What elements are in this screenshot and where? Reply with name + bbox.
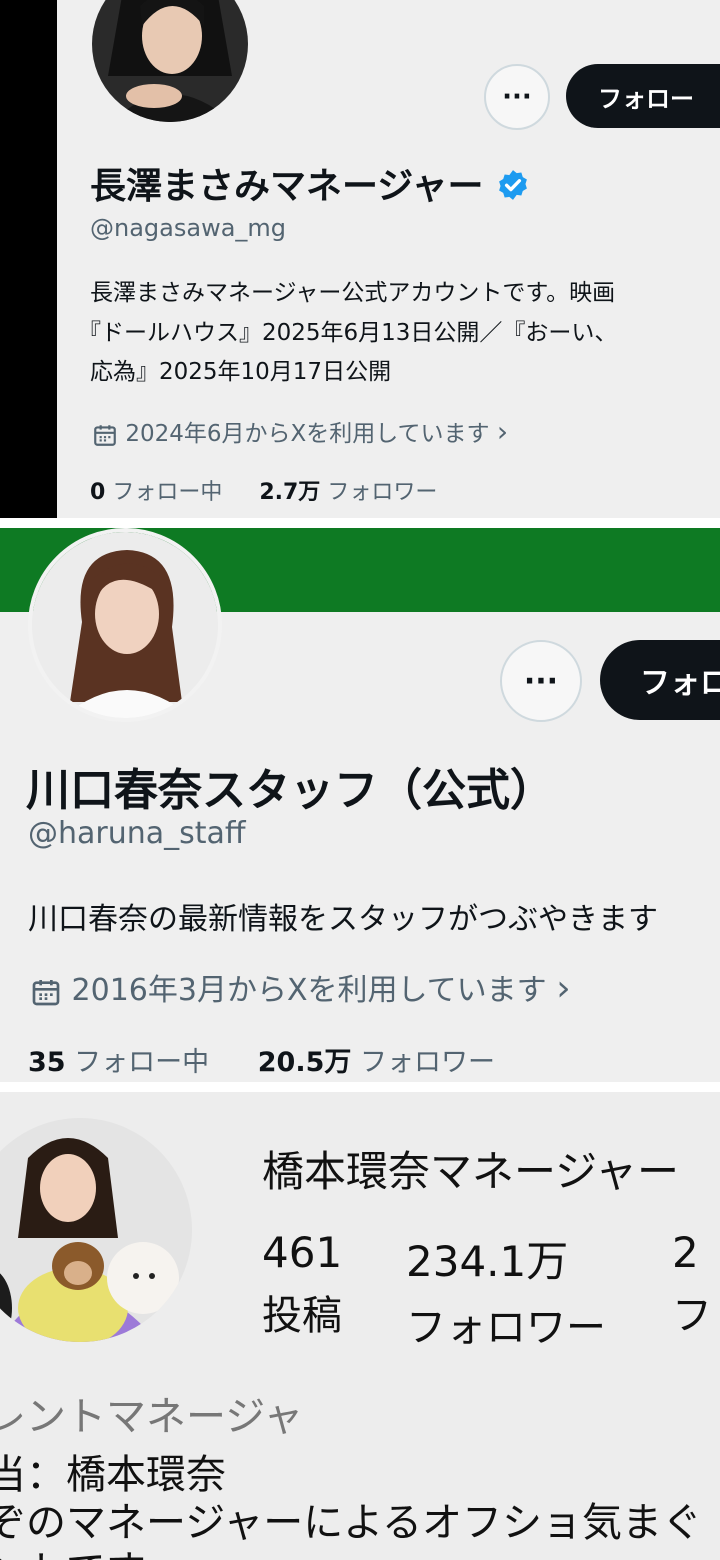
left-dark-bar [0,0,57,518]
following-count: 2 [672,1228,699,1277]
followers-label: フォロワー [406,1305,606,1351]
avatar[interactable] [92,0,248,122]
bio-line-3: 応為』2025年10月17日公開 [90,359,392,385]
profile-card-nagasawa: ··· フォロー 長澤まさみマネージャー @nagasawa_mg 長澤まさみマ… [0,0,720,518]
follow-stats: 35 フォロー中 20.5万 フォロワー [28,1040,495,1079]
verified-badge-icon [499,170,527,200]
bio-line-4: ントです [0,1538,146,1560]
following-stat[interactable]: 2 フ [672,1228,712,1341]
followers-link[interactable]: 2.7万 フォロワー [259,480,437,505]
avatar[interactable] [28,528,222,722]
chevron-right-icon: › [496,415,509,448]
more-options-button[interactable]: ··· [500,640,582,722]
following-link[interactable]: 0 フォロー中 [90,480,229,505]
followers-stat[interactable]: 234.1万 フォロワー [406,1228,606,1353]
posts-label: 投稿 [262,1293,342,1339]
bio-line-1: レントマネージャ [0,1394,304,1440]
posts-stat[interactable]: 461 投稿 [262,1228,342,1341]
bio-line-2: 『ドールハウス』2025年6月13日公開／『おーい、 [78,320,618,346]
more-icon: ··· [523,663,559,699]
following-label: フ [672,1293,712,1339]
profile-card-kawaguchi: ··· フォロ 川口春奈スタッフ（公式） @haruna_staff 川口春奈の… [0,528,720,1082]
calendar-icon [94,424,116,446]
handle[interactable]: @nagasawa_mg [90,214,286,242]
followers-link[interactable]: 20.5万 フォロワー [258,1047,495,1078]
more-icon: ··· [502,82,532,112]
follow-button[interactable]: フォロー [566,64,720,128]
joined-date[interactable]: 2024年6月からXを利用しています › [92,414,508,448]
follow-stats: 0 フォロー中 2.7万 フォロワー [90,474,437,506]
display-name: 川口春奈スタッフ（公式） [26,765,554,816]
more-options-button[interactable]: ··· [484,64,550,130]
joined-date[interactable]: 2016年3月からXを利用しています › [30,965,571,1009]
follow-button[interactable]: フォロ [600,640,720,720]
display-name: 長澤まさみマネージャー [90,157,530,209]
followers-count: 234.1万 [406,1237,569,1286]
chevron-right-icon: › [556,968,571,1009]
bio-line-1: 長澤まさみマネージャー公式アカウントです。映画 [90,280,616,306]
bio: 川口春奈の最新情報をスタッフがつぶやきます [28,902,658,937]
profile-card-hashimoto: 橋本環奈マネージャー 461 投稿 234.1万 フォロワー 2 フ レントマネ… [0,1092,720,1560]
posts-count: 461 [262,1228,343,1277]
calendar-icon [32,979,60,1005]
avatar[interactable] [0,1118,192,1342]
handle[interactable]: @haruna_staff [28,816,246,851]
display-name: 橋本環奈マネージャー [262,1147,680,1196]
following-link[interactable]: 35 フォロー中 [28,1047,218,1078]
